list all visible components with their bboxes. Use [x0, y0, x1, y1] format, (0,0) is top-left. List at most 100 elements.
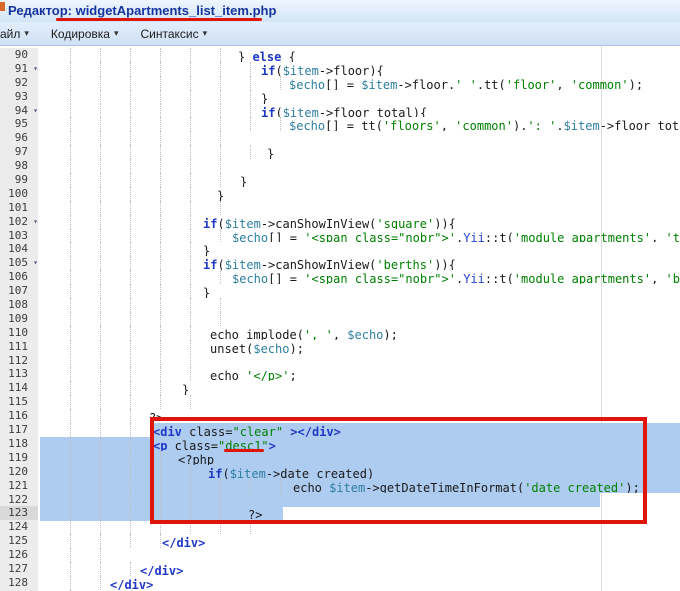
- indent-guide: [70, 395, 71, 410]
- code-text: if($item->canShowInView('berths')){: [203, 258, 456, 270]
- indent-guide: [100, 325, 101, 340]
- indent-guide: [160, 478, 161, 493]
- syntax-token: 'to: [665, 230, 680, 243]
- code-line[interactable]: 102 ▾ if($item->canShowInView('square')){: [0, 214, 680, 229]
- indent-guide: [100, 242, 101, 257]
- indent-guide: [220, 159, 221, 174]
- syntax-token: ->canShowInView(: [260, 216, 377, 229]
- indent-guide: [160, 75, 161, 90]
- syntax-token: (: [275, 63, 283, 76]
- code-line-content: [38, 520, 680, 535]
- code-line[interactable]: 118 <p class="desc1">: [0, 436, 680, 451]
- syntax-token: ->floor.: [397, 77, 456, 90]
- code-line[interactable]: 91 ▾ if($item->floor){: [0, 61, 680, 76]
- code-line[interactable]: 128 </div>: [0, 575, 680, 590]
- code-line[interactable]: 95 $echo[] = tt('floors', 'common').': '.…: [0, 117, 680, 132]
- line-number: 90: [0, 48, 38, 62]
- code-line[interactable]: 105 ▾ if($item->canShowInView('berths')){: [0, 256, 680, 271]
- indent-guide: [220, 478, 221, 493]
- code-text: }: [182, 383, 189, 395]
- syntax-token: ->floor){: [318, 63, 384, 76]
- indent-guide: [130, 48, 131, 62]
- code-line[interactable]: 103 $echo[] = '<span class="nobr">'.Yii::…: [0, 228, 680, 243]
- code-line[interactable]: 98: [0, 159, 680, 174]
- syntax-token: ,: [440, 119, 456, 132]
- code-line[interactable]: 106 $echo[] = '<span class="nobr">'.Yii::…: [0, 270, 680, 285]
- indent-guide: [280, 478, 281, 493]
- syntax-token: 'date_created': [524, 480, 626, 493]
- syntax-token: ->floor_tota: [599, 119, 680, 132]
- code-line[interactable]: 93}: [0, 89, 680, 104]
- code-text: </div>: [162, 536, 205, 548]
- syntax-token: if: [261, 105, 276, 118]
- indent-guide: [100, 256, 101, 271]
- code-line[interactable]: 100}: [0, 186, 680, 201]
- syntax-token: Yii: [463, 230, 485, 243]
- code-line[interactable]: 108: [0, 298, 680, 312]
- code-line[interactable]: 123 ?>: [0, 506, 680, 521]
- code-line[interactable]: 112: [0, 353, 680, 368]
- code-line[interactable]: 120 if($item->date_created): [0, 464, 680, 479]
- app-icon: [0, 2, 5, 11]
- code-line[interactable]: 111 unset($echo);: [0, 339, 680, 354]
- indent-guide: [70, 478, 71, 493]
- red-underline-title: [56, 18, 262, 21]
- code-line[interactable]: 121 echo $item->getDateTimeInFormat('date…: [0, 478, 680, 493]
- code-line[interactable]: 125 </div>: [0, 534, 680, 549]
- code-line[interactable]: 109: [0, 311, 680, 326]
- code-line[interactable]: 101: [0, 200, 680, 215]
- code-line[interactable]: 126: [0, 548, 680, 562]
- indent-guide: [190, 186, 191, 201]
- indent-guide: [190, 464, 191, 479]
- syntax-token: $item: [329, 480, 366, 493]
- code-line[interactable]: 94 ▾ if($item->floor_total){: [0, 103, 680, 118]
- code-editor[interactable]: 90 } else {91 ▾ if($item->floor){92 $echo[] …: [0, 46, 680, 591]
- syntax-token: }: [240, 175, 248, 187]
- code-text: </div>: [140, 564, 183, 576]
- code-line[interactable]: 90 } else {: [0, 48, 680, 62]
- indent-guide: [70, 103, 71, 118]
- code-line[interactable]: 107}: [0, 284, 680, 299]
- menu-item-syntax[interactable]: Синтаксис ▾: [136, 25, 211, 43]
- indent-guide: [100, 409, 101, 424]
- syntax-token: $echo: [232, 272, 269, 285]
- code-line[interactable]: 104}: [0, 242, 680, 257]
- code-line-content: <p class="desc1">: [38, 436, 680, 451]
- indent-guide: [160, 103, 161, 118]
- indent-guide: [220, 61, 221, 76]
- code-line[interactable]: 115: [0, 395, 680, 410]
- code-line[interactable]: 117 <div class="clear" ></div>: [0, 423, 680, 437]
- syntax-token: $item: [361, 77, 398, 90]
- code-line-content: }: [38, 242, 680, 257]
- code-line[interactable]: 92 $echo[] = $item->floor.' '.tt('floor',…: [0, 75, 680, 90]
- indent-guide: [160, 242, 161, 257]
- code-line[interactable]: 122: [0, 492, 680, 507]
- code-line[interactable]: 114}: [0, 381, 680, 396]
- syntax-token: if: [203, 216, 218, 229]
- syntax-token: $echo: [232, 230, 269, 243]
- code-line[interactable]: 116 ?>: [0, 409, 680, 424]
- syntax-token: (: [217, 216, 225, 229]
- code-line[interactable]: 97}: [0, 145, 680, 160]
- line-number: 116: [0, 409, 38, 424]
- menu-item-file[interactable]: айл ▾: [0, 25, 33, 43]
- menu-item-encoding[interactable]: Кодировка ▾: [47, 25, 123, 43]
- code-line[interactable]: 127 </div>: [0, 561, 680, 576]
- code-text: } else {: [238, 50, 296, 62]
- code-line-content: [38, 298, 680, 312]
- code-line[interactable]: 110 echo implode(', ', $echo);: [0, 325, 680, 340]
- code-line-content: [38, 395, 680, 410]
- indent-guide: [70, 75, 71, 90]
- chevron-down-icon: ▾: [113, 28, 119, 38]
- syntax-token: 'floors': [382, 119, 441, 132]
- code-line[interactable]: 124: [0, 520, 680, 535]
- indent-guide: [220, 103, 221, 118]
- code-line[interactable]: 119 <?php: [0, 450, 680, 465]
- code-text: }: [217, 189, 224, 201]
- indent-guide: [100, 145, 101, 160]
- indent-guide: [190, 339, 191, 354]
- code-line[interactable]: 113 echo '</p>';: [0, 367, 680, 382]
- indent-guide: [190, 131, 191, 146]
- code-line[interactable]: 96: [0, 131, 680, 146]
- code-line[interactable]: 99}: [0, 173, 680, 187]
